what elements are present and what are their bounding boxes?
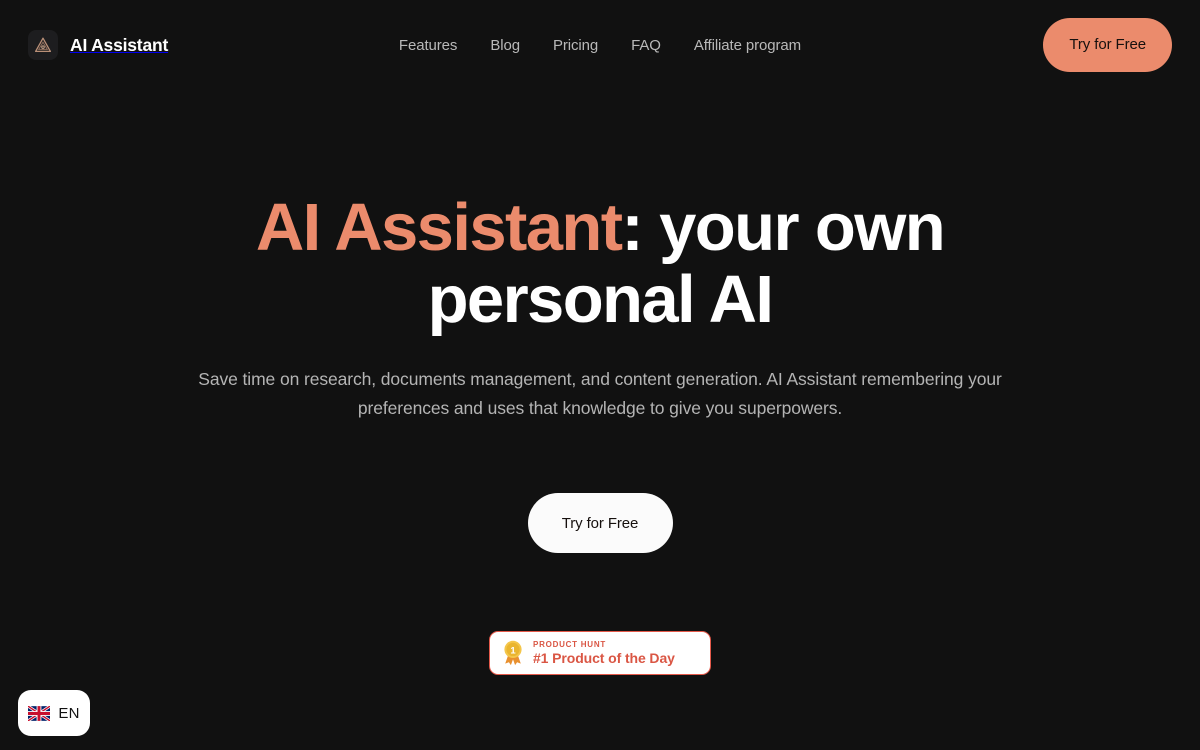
product-hunt-title: #1 Product of the Day — [533, 650, 675, 666]
product-hunt-badge[interactable]: 1 PRODUCT HUNT #1 Product of the Day — [489, 631, 711, 675]
uk-flag-icon — [27, 704, 52, 722]
site-header: AI Assistant Features Blog Pricing FAQ A… — [0, 0, 1200, 90]
language-switcher[interactable]: EN — [18, 690, 90, 736]
brand-logo[interactable]: AI Assistant — [28, 30, 328, 60]
hero-section: AI Assistant: your own personal AI Save … — [0, 90, 1200, 750]
nav-link-affiliate-program[interactable]: Affiliate program — [694, 37, 801, 54]
header-actions: Try for Free — [872, 18, 1172, 72]
nav-link-pricing[interactable]: Pricing — [553, 37, 598, 54]
language-code: EN — [58, 704, 80, 722]
hero-try-for-free-button[interactable]: Try for Free — [527, 493, 673, 553]
nav-link-faq[interactable]: FAQ — [631, 37, 661, 54]
svg-text:1: 1 — [510, 645, 516, 656]
hero-headline: AI Assistant: your own personal AI — [190, 192, 1010, 336]
nav-link-blog[interactable]: Blog — [490, 37, 520, 54]
product-hunt-text: PRODUCT HUNT #1 Product of the Day — [533, 639, 675, 667]
brand-name: AI Assistant — [70, 34, 169, 55]
product-hunt-kicker: PRODUCT HUNT — [533, 640, 606, 649]
nav-link-features[interactable]: Features — [399, 37, 458, 54]
gold-medal-icon: 1 — [501, 640, 525, 666]
main-navigation: Features Blog Pricing FAQ Affiliate prog… — [328, 37, 872, 54]
hero-headline-accent: AI Assistant — [255, 190, 623, 265]
hero-subtitle: Save time on research, documents managem… — [198, 369, 1002, 418]
pyramid-eye-icon — [28, 30, 58, 60]
header-try-for-free-button[interactable]: Try for Free — [1043, 18, 1172, 72]
